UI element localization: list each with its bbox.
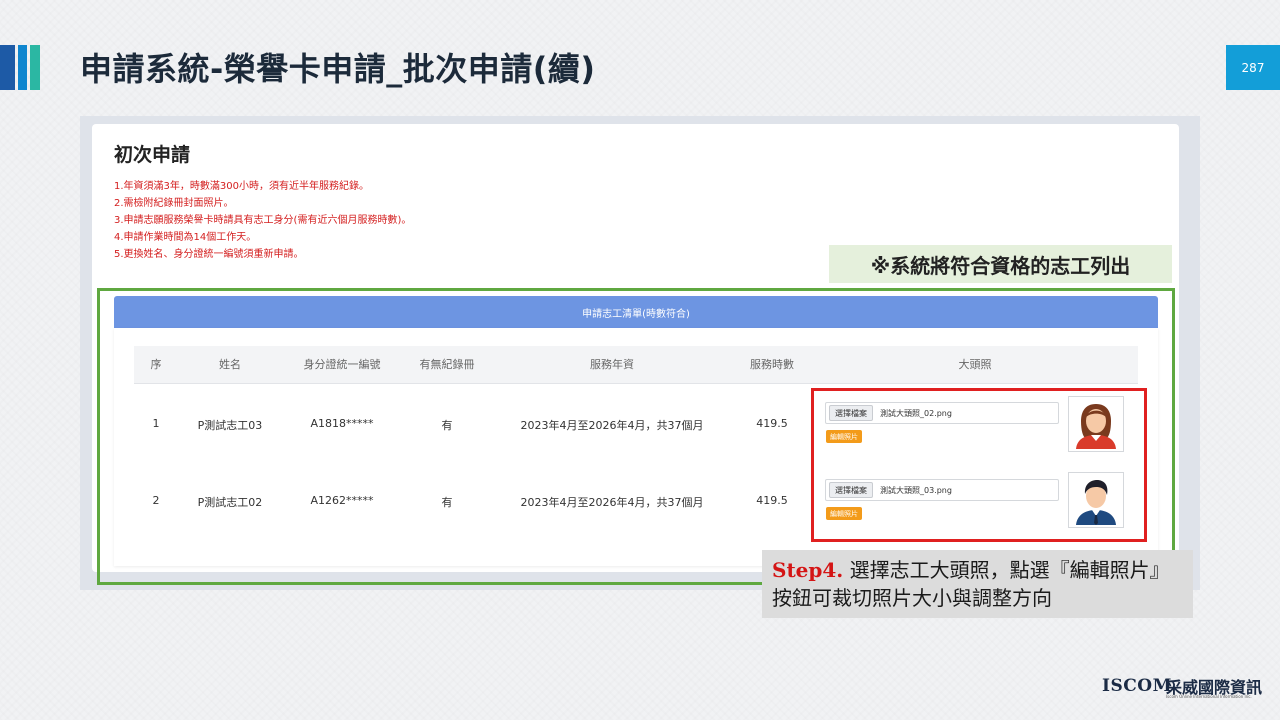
note-item: 5.更換姓名、身分證統一編號須重新申請。 <box>114 249 304 260</box>
step-instruction: Step4. 選擇志工大頭照，點選『編輯照片』按鈕可裁切照片大小與調整方向 <box>762 550 1193 618</box>
callout-eligible-list: ※系統將符合資格的志工列出 <box>829 245 1172 283</box>
step-label: Step4. <box>772 558 844 582</box>
section-title: 初次申請 <box>114 144 191 166</box>
page-number: 287 <box>1226 45 1280 90</box>
photo-column-highlight <box>811 388 1147 542</box>
note-item: 2.需檢附紀錄冊封面照片。 <box>114 198 234 209</box>
accent-bar <box>18 45 27 90</box>
note-item: 3.申請志願服務榮譽卡時請具有志工身分(需有近六個月服務時數)。 <box>114 215 412 226</box>
slide-title: 申請系統-榮譽卡申請_批次申請(續) <box>80 50 596 88</box>
note-item: 4.申請作業時間為14個工作天。 <box>114 232 257 243</box>
logo-text: ISCOM <box>1102 676 1172 696</box>
company-logo: ISCOM 采威國際資訊 Iscom Online International … <box>1102 672 1270 712</box>
accent-bar <box>0 45 15 90</box>
logo-subtitle: Iscom Online International Information I… <box>1166 694 1252 699</box>
accent-bar <box>30 45 40 90</box>
note-item: 1.年資須滿3年，時數滿300小時，須有近半年服務紀錄。 <box>114 181 369 192</box>
notes-list: 1.年資須滿3年，時數滿300小時，須有近半年服務紀錄。 2.需檢附紀錄冊封面照… <box>114 178 411 263</box>
